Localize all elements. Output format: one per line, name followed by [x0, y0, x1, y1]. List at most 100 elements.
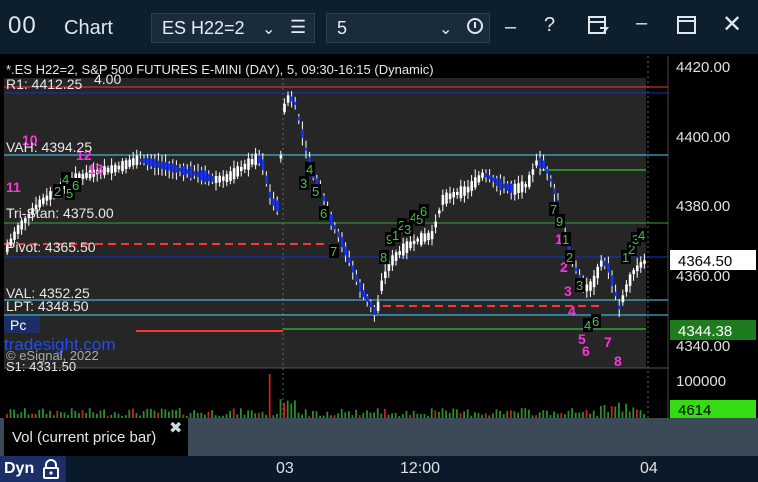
volume-bar: [614, 406, 617, 418]
current-price-value: 4364.50: [678, 253, 732, 270]
volume-bar: [409, 414, 411, 418]
chevron-down-icon[interactable]: ⌄: [439, 19, 452, 39]
volume-bar: [88, 408, 91, 418]
volume-bar: [438, 411, 440, 418]
candle-body: [459, 186, 463, 199]
maximize-icon[interactable]: [676, 14, 698, 42]
candle-body: [553, 188, 556, 195]
sequence-count-green: 6: [420, 204, 427, 219]
symbol-selector[interactable]: ES H22=2 ⌄ ☰: [151, 13, 315, 43]
sequence-count-green: 4: [306, 162, 313, 177]
close-icon[interactable]: ✕: [722, 10, 742, 39]
candle-body: [229, 171, 232, 181]
candle-body: [394, 252, 398, 261]
volume-bar: [358, 415, 361, 418]
volume-bar: [517, 412, 519, 418]
candle-body: [384, 271, 387, 279]
volume-bar: [304, 409, 307, 418]
candle-body: [265, 175, 268, 185]
volume-bar: [423, 413, 426, 418]
level-label-pivot: Pivot: 4365.50: [6, 239, 96, 255]
help-icon[interactable]: ?: [544, 14, 555, 37]
candle-body: [477, 175, 481, 183]
volume-bar: [157, 412, 159, 418]
volume-bar: [366, 410, 368, 418]
template-icon[interactable]: [587, 14, 609, 42]
price-axis: [668, 56, 756, 418]
volume-axis-label: 100000: [676, 373, 726, 390]
interval-selector[interactable]: 5 ⌄: [326, 13, 490, 43]
volume-bar: [225, 414, 228, 418]
candle-body: [106, 167, 110, 173]
chart-canvas[interactable]: 10 11 12 13 1 2 3 4 5 6 7 8 2 4 5 6 3 4 5 6 7 8 9 1 2 3 4 5 6 7 9 1 2 3 4 6…: [0, 54, 758, 482]
volume-bar: [412, 410, 415, 418]
candle-body: [45, 195, 49, 201]
volume-bar: [132, 408, 134, 418]
volume-bar: [445, 410, 447, 418]
volume-bar: [520, 408, 523, 418]
close-icon[interactable]: ✖: [169, 418, 182, 438]
dynamic-mode-button[interactable]: Dyn: [0, 456, 66, 482]
candle-body: [193, 170, 196, 176]
volume-bar: [52, 415, 55, 418]
volume-bar: [283, 403, 285, 418]
candle-body: [474, 177, 477, 188]
volume-bar: [463, 411, 465, 418]
volume-bar: [193, 410, 195, 418]
volume-bar: [546, 410, 548, 418]
lock-icon[interactable]: [42, 459, 60, 479]
volume-bar: [531, 415, 534, 418]
volume-bar: [45, 414, 48, 418]
candle-body: [333, 225, 337, 230]
volume-bar: [60, 412, 62, 418]
volume-bar: [477, 413, 480, 418]
candle-body: [589, 281, 592, 291]
hamburger-menu-icon[interactable]: ☰: [290, 17, 306, 38]
candle-body: [240, 166, 243, 172]
candle-body: [513, 183, 517, 195]
volume-bar: [49, 410, 51, 418]
candle-body: [434, 221, 437, 228]
candle-body: [121, 161, 124, 172]
candle-body: [103, 166, 106, 176]
candle-body: [81, 173, 85, 179]
volume-bar: [196, 412, 199, 418]
candle-body: [250, 158, 254, 165]
volume-bar: [326, 411, 329, 418]
volume-bar: [330, 415, 332, 418]
volume-bar: [121, 415, 123, 418]
clock-icon[interactable]: [467, 18, 483, 34]
volume-bar: [380, 413, 383, 418]
candle-body: [495, 178, 499, 186]
volume-bar: [488, 415, 491, 418]
volume-bar: [603, 405, 606, 418]
sequence-count-green: 4: [584, 318, 591, 333]
volume-bar: [373, 412, 375, 418]
volume-bar: [13, 409, 15, 418]
volume-bar: [524, 408, 527, 418]
price-axis-label: 4340.00: [676, 338, 730, 355]
minimize-icon[interactable]: –: [505, 16, 516, 39]
volume-bar: [607, 412, 609, 418]
candle-body: [574, 267, 578, 272]
volume-study-legend[interactable]: Vol (current price bar) ✖: [4, 420, 186, 454]
volume-bar: [67, 414, 69, 418]
volume-bar: [63, 412, 66, 418]
candle-body: [463, 186, 466, 196]
volume-bar: [427, 415, 429, 418]
volume-bar: [337, 413, 339, 418]
volume-bar: [369, 412, 372, 418]
volume-bar: [542, 410, 545, 418]
chevron-down-icon[interactable]: ⌄: [262, 19, 275, 39]
restore-icon[interactable]: –: [636, 12, 647, 35]
volume-bar: [528, 409, 530, 418]
volume-bar: [265, 414, 267, 418]
sequence-count-green: 6: [320, 206, 327, 221]
candle-body: [502, 183, 506, 189]
sequence-count-green: 8: [380, 250, 387, 265]
volume-bar: [466, 409, 469, 418]
volume-bar: [538, 412, 541, 418]
volume-bar: [405, 410, 408, 418]
price-axis-label: 4420.00: [676, 59, 730, 76]
volume-bar: [211, 410, 213, 418]
